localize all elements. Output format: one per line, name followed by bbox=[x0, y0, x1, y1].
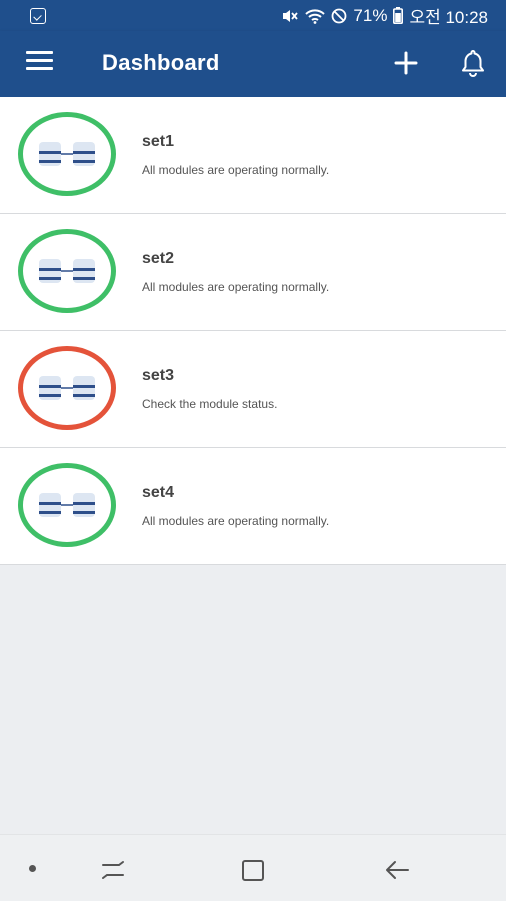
set-status-text: Check the module status. bbox=[142, 397, 278, 411]
status-ring-warning bbox=[18, 346, 116, 430]
set-name: set4 bbox=[142, 484, 175, 501]
app-bar: Dashboard bbox=[0, 31, 506, 97]
plus-icon[interactable] bbox=[392, 49, 420, 77]
status-ring-ok bbox=[18, 463, 116, 547]
set-status-text: All modules are operating normally. bbox=[142, 514, 330, 528]
wifi-icon bbox=[305, 8, 326, 24]
navigation-bar bbox=[0, 834, 506, 901]
database-link-icon bbox=[39, 376, 95, 400]
battery-icon bbox=[393, 7, 404, 24]
back-icon[interactable] bbox=[384, 859, 410, 881]
status-ring-ok bbox=[18, 229, 116, 313]
battery-level: 71% bbox=[353, 5, 388, 25]
page-title: Dashboard bbox=[102, 50, 220, 75]
set-name: set2 bbox=[142, 250, 175, 267]
set-list: set1 All modules are operating normally.… bbox=[0, 97, 506, 565]
status-icons: 71% 오전 10:28 bbox=[281, 3, 488, 28]
list-item-set3[interactable]: set3 Check the module status. bbox=[0, 331, 506, 448]
database-link-icon bbox=[39, 142, 95, 166]
mute-icon bbox=[283, 9, 299, 22]
list-item-set4[interactable]: set4 All modules are operating normally. bbox=[0, 448, 506, 565]
status-bar: 71% 오전 10:28 bbox=[0, 0, 506, 31]
set-status-text: All modules are operating normally. bbox=[142, 163, 330, 177]
list-item-set1[interactable]: set1 All modules are operating normally. bbox=[0, 97, 506, 214]
do-not-disturb-icon bbox=[332, 8, 347, 23]
menu-icon[interactable] bbox=[26, 51, 54, 75]
status-time: 오전 10:28 bbox=[409, 8, 488, 27]
database-link-icon bbox=[39, 259, 95, 283]
status-ring-ok bbox=[18, 112, 116, 196]
list-item-set2[interactable]: set2 All modules are operating normally. bbox=[0, 214, 506, 331]
set-status-text: All modules are operating normally. bbox=[142, 280, 330, 294]
bell-icon[interactable] bbox=[458, 47, 488, 79]
set-name: set3 bbox=[142, 367, 175, 384]
database-link-icon bbox=[39, 493, 95, 517]
dot-icon bbox=[29, 865, 36, 872]
recent-apps-icon[interactable] bbox=[100, 859, 126, 881]
home-icon[interactable] bbox=[242, 860, 264, 881]
set-name: set1 bbox=[142, 133, 175, 150]
gallery-save-icon bbox=[30, 7, 46, 24]
